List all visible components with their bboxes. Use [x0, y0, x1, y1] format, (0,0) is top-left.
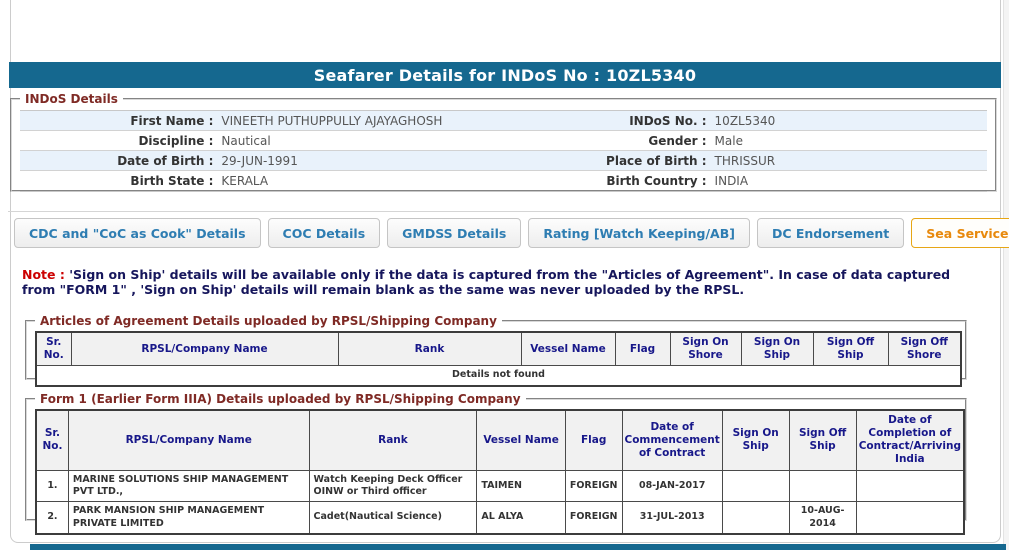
- indos-no-label: INDoS No. :: [629, 113, 707, 128]
- date-of-birth-value: 29-JUN-1991: [221, 153, 298, 168]
- tab-dc-endorsement[interactable]: DC Endorsement: [756, 218, 905, 248]
- column-header-sign-off-ship: Sign Off Ship: [812, 331, 889, 367]
- column-header-sign-on-ship: Sign On Ship: [740, 331, 814, 367]
- sr-no-cell: 2.: [35, 501, 69, 535]
- table-row: 2. PARK MANSION SHIP MANAGEMENT PRIVATE …: [35, 501, 965, 535]
- form1-fieldset: Form 1 (Earlier Form IIIA) Details uploa…: [25, 392, 967, 535]
- indos-details-grid: First Name : VINEETH PUTHUPPULLY AJAYAGH…: [20, 110, 987, 192]
- column-header-commencement: Date of Commencement of Contract: [621, 409, 723, 471]
- articles-of-agreement-fieldset: Articles of Agreement Details uploaded b…: [25, 314, 967, 387]
- gender-value: Male: [714, 133, 743, 148]
- detail-row: Birth State : KERALA Birth Country : IND…: [20, 171, 987, 191]
- next-section-bar: [30, 544, 1006, 550]
- note-text: Note : 'Sign on Ship' details will be av…: [22, 267, 987, 297]
- first-name-value: VINEETH PUTHUPPULLY AJAYAGHOSH: [221, 113, 443, 128]
- column-header-rank: Rank: [308, 409, 478, 471]
- flag-cell: FOREIGN: [564, 469, 623, 503]
- column-header-sign-on-ship: Sign On Ship: [721, 409, 790, 471]
- birth-state-value: KERALA: [221, 174, 269, 188]
- table-row: 1. MARINE SOLUTIONS SHIP MANAGEMENT PVT …: [35, 469, 965, 503]
- form1-legend: Form 1 (Earlier Form IIIA) Details uploa…: [40, 392, 521, 406]
- first-name-label: First Name :: [130, 113, 214, 128]
- sr-no-cell: 1.: [35, 469, 69, 503]
- detail-row: Date of Birth : 29-JUN-1991 Place of Bir…: [20, 151, 987, 171]
- tab-coc-details[interactable]: COC Details: [267, 218, 381, 248]
- discipline-value: Nautical: [221, 133, 271, 148]
- column-header-company: RPSL/Company Name: [67, 409, 310, 471]
- page-title: Seafarer Details for INDoS No : 10ZL5340: [313, 65, 697, 85]
- sign-on-ship-cell: [721, 501, 790, 535]
- completion-cell: [855, 469, 965, 503]
- articles-of-agreement-legend: Articles of Agreement Details uploaded b…: [40, 314, 497, 328]
- column-header-sr-no: Sr. No.: [35, 409, 69, 471]
- note-prefix: Note :: [22, 267, 65, 282]
- birth-country-label: Birth Country :: [606, 174, 707, 188]
- column-header-company: RPSL/Company Name: [70, 331, 339, 367]
- tab-cdc-coc-as-cook-details[interactable]: CDC and "CoC as Cook" Details: [14, 218, 261, 248]
- column-header-rank: Rank: [337, 331, 522, 367]
- indos-no-value: 10ZL5340: [714, 113, 776, 128]
- vessel-cell: TAIMEN: [476, 469, 566, 503]
- articles-of-agreement-table: Sr. No. RPSL/Company Name Rank Vessel Na…: [35, 331, 962, 387]
- tab-rating-watch-keeping-ab[interactable]: Rating [Watch Keeping/AB]: [528, 218, 750, 248]
- title-bar: Seafarer Details for INDoS No : 10ZL5340: [9, 62, 1001, 88]
- details-not-found-message: Details not found: [35, 365, 962, 387]
- sign-off-ship-cell: [788, 469, 857, 503]
- sign-on-ship-cell: [721, 469, 790, 503]
- birth-country-value: INDIA: [714, 174, 749, 188]
- form1-table: Sr. No. RPSL/Company Name Rank Vessel Na…: [35, 409, 965, 535]
- detail-row: First Name : VINEETH PUTHUPPULLY AJAYAGH…: [20, 111, 987, 131]
- place-of-birth-label: Place of Birth :: [606, 153, 707, 168]
- detail-row: Discipline : Nautical Gender : Male: [20, 131, 987, 151]
- commencement-cell: 31-JUL-2013: [621, 501, 723, 535]
- tab-bar: CDC and "CoC as Cook" Details COC Detail…: [14, 218, 1009, 248]
- discipline-label: Discipline :: [138, 133, 214, 148]
- table-row: Details not found: [35, 365, 962, 387]
- column-header-sr-no: Sr. No.: [35, 331, 72, 367]
- column-header-sign-off-shore: Sign Off Shore: [887, 331, 962, 367]
- birth-state-label: Birth State :: [130, 174, 214, 188]
- column-header-sign-off-ship: Sign Off Ship: [788, 409, 857, 471]
- rank-cell: Cadet(Nautical Science): [308, 501, 478, 535]
- column-header-sign-on-shore: Sign On Shore: [669, 331, 742, 367]
- column-header-vessel: Vessel Name: [520, 331, 616, 367]
- column-header-flag: Flag: [614, 331, 671, 367]
- commencement-cell: 08-JAN-2017: [621, 469, 723, 503]
- table-header-row: Sr. No. RPSL/Company Name Rank Vessel Na…: [35, 331, 962, 367]
- date-of-birth-label: Date of Birth :: [117, 153, 214, 168]
- table-header-row: Sr. No. RPSL/Company Name Rank Vessel Na…: [35, 409, 965, 471]
- tab-gmdss-details[interactable]: GMDSS Details: [387, 218, 522, 248]
- column-header-flag: Flag: [564, 409, 623, 471]
- indos-details-fieldset: INDoS Details First Name : VINEETH PUTHU…: [10, 92, 997, 192]
- company-cell: PARK MANSION SHIP MANAGEMENT PRIVATE LIM…: [67, 501, 310, 535]
- vessel-cell: AL ALYA: [476, 501, 566, 535]
- completion-cell: [855, 501, 965, 535]
- scrollbar-track[interactable]: [1003, 0, 1009, 550]
- flag-cell: FOREIGN: [564, 501, 623, 535]
- divider: [8, 211, 1001, 212]
- sign-off-ship-cell: 10-AUG-2014: [788, 501, 857, 535]
- rank-cell: Watch Keeping Deck Officer OINW or Third…: [308, 469, 478, 503]
- company-cell: MARINE SOLUTIONS SHIP MANAGEMENT PVT LTD…: [67, 469, 310, 503]
- column-header-completion: Date of Completion of Contract/Arriving …: [855, 409, 965, 471]
- column-header-vessel: Vessel Name: [476, 409, 566, 471]
- indos-details-legend: INDoS Details: [25, 92, 118, 106]
- tab-sea-service-details[interactable]: Sea Service Details: [911, 218, 1009, 248]
- gender-label: Gender :: [648, 133, 707, 148]
- place-of-birth-value: THRISSUR: [714, 153, 776, 168]
- note-body: 'Sign on Ship' details will be available…: [22, 267, 951, 297]
